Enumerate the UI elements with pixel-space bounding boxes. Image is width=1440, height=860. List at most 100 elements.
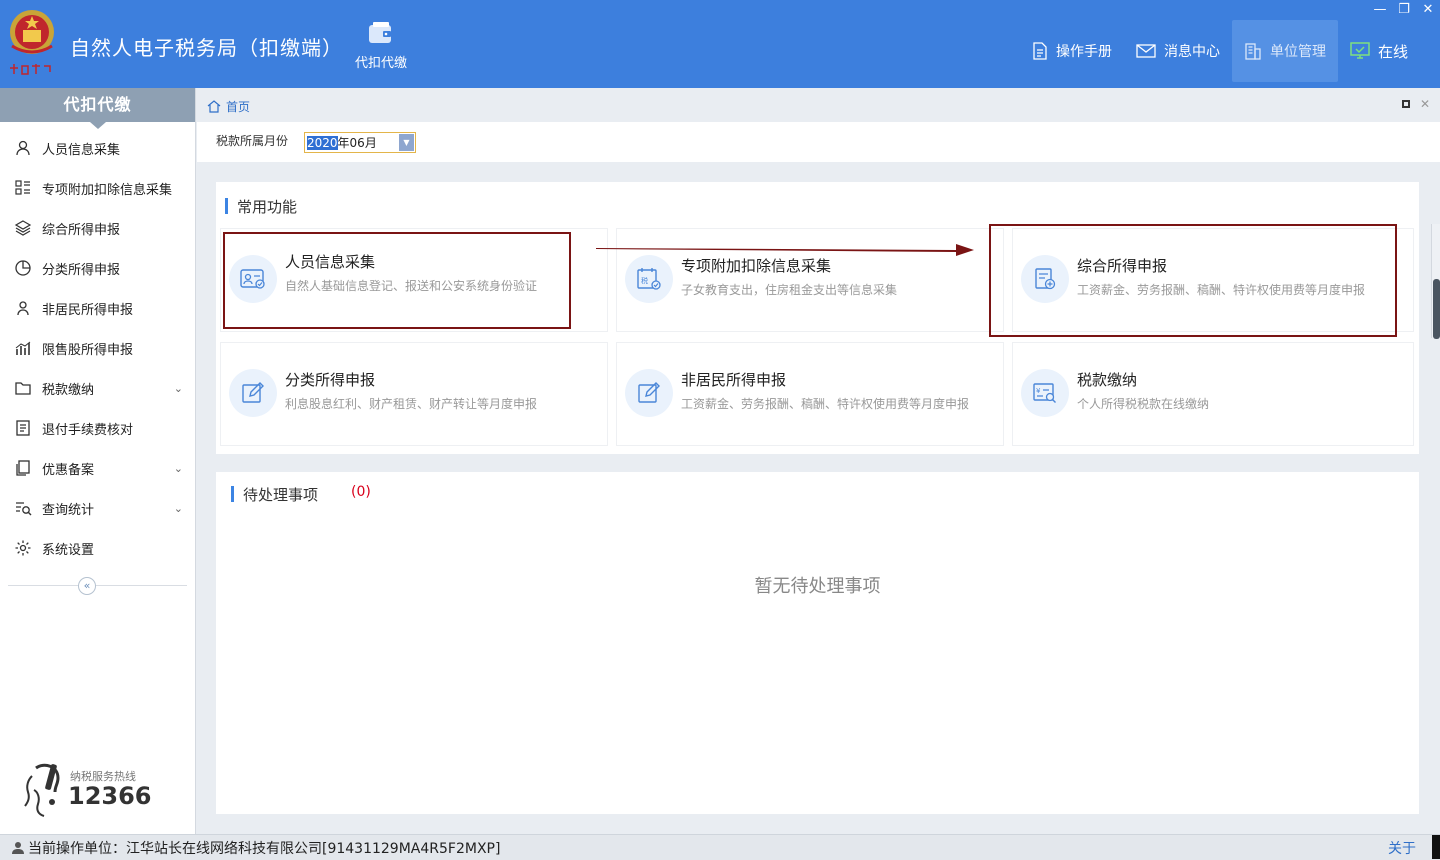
tax-month-label: 税款所属月份: [216, 134, 289, 148]
sidebar-item-label: 分类所得申报: [42, 262, 121, 278]
manual-label: 操作手册: [1055, 44, 1112, 60]
sidebar-item-label: 非居民所得申报: [42, 302, 134, 318]
sidebar-item-tax-payment[interactable]: 税款缴纳 ⌄: [0, 368, 195, 408]
sidebar-item-classified-income[interactable]: 分类所得申报: [0, 248, 195, 288]
manual-button[interactable]: 操作手册: [1020, 20, 1124, 82]
unit-management-button[interactable]: 单位管理: [1231, 20, 1338, 82]
window-controls: — ❐ ✕: [1372, 2, 1436, 18]
svg-text:¥: ¥: [1036, 387, 1041, 395]
document-icon: [16, 420, 30, 436]
card-title: 税款缴纳: [1077, 371, 1138, 389]
chevron-down-icon: ⌄: [173, 501, 183, 515]
restore-button[interactable]: ❐: [1396, 2, 1412, 18]
close-button[interactable]: ✕: [1420, 2, 1436, 18]
unit-management-label: 单位管理: [1269, 44, 1326, 60]
sidebar-item-refund-check[interactable]: 退付手续费核对: [0, 408, 195, 448]
document-icon: [1033, 42, 1047, 60]
sidebar-item-label: 人员信息采集: [42, 142, 121, 158]
card-desc: 个人所得税税款在线缴纳: [1077, 397, 1210, 411]
status-bar: 当前操作单位：江华站长在线网络科技有限公司[91431129MA4R5F2MXP…: [0, 834, 1440, 860]
sidebar-item-system-settings[interactable]: 系统设置: [0, 528, 195, 568]
headset-icon: [24, 763, 60, 817]
user-outline-icon: [17, 301, 29, 316]
tax-month-year: 2020: [307, 136, 338, 150]
chevron-down-icon: ⌄: [173, 381, 183, 395]
hotline-banner: 纳税服务热线 12366: [22, 762, 172, 822]
chevron-down-icon: ⌄: [173, 461, 183, 475]
sidebar-item-nonresident-income[interactable]: 非居民所得申报: [0, 288, 195, 328]
sidebar-item-special-deduction[interactable]: 专项附加扣除信息采集: [0, 168, 195, 208]
app-header: 自然人电子税务局（扣缴端） 代扣代缴 操作手册 消息中心 单位管理 在线 — ❐: [0, 0, 1440, 88]
copy-icon: [16, 460, 30, 476]
edit-icon: [625, 369, 673, 417]
wallet-icon: [369, 22, 391, 43]
card-classified-income[interactable]: 分类所得申报 利息股息红利、财产租赁、财产转让等月度申报: [220, 342, 608, 446]
sidebar-item-label: 退付手续费核对: [42, 422, 134, 438]
dropdown-arrow-icon[interactable]: ▼: [399, 134, 414, 151]
edit-icon: [229, 369, 277, 417]
status-corner: [1432, 835, 1440, 859]
card-tax-payment[interactable]: ¥ 税款缴纳 个人所得税税款在线缴纳: [1012, 342, 1414, 446]
card-nonresident-income[interactable]: 非居民所得申报 工资薪金、劳务报酬、稿酬、特许权使用费等月度申报: [616, 342, 1004, 446]
app-title: 自然人电子税务局（扣缴端）: [70, 36, 343, 60]
search-list-icon: [16, 502, 32, 516]
card-title: 分类所得申报: [285, 371, 376, 389]
sidebar-item-label: 综合所得申报: [42, 222, 121, 238]
building-icon: [1245, 43, 1261, 60]
highlight-box-comprehensive: [989, 224, 1397, 337]
breadcrumb-bar: 首页 ✕: [197, 88, 1440, 122]
bar-chart-icon: [15, 341, 31, 355]
sidebar-item-label: 系统设置: [42, 542, 95, 558]
sidebar-item-preferential-filing[interactable]: 优惠备案 ⌄: [0, 448, 195, 488]
card-desc: 工资薪金、劳务报酬、稿酬、特许权使用费等月度申报: [681, 397, 970, 411]
breadcrumb-home-label: 首页: [226, 100, 251, 114]
pending-panel: 待处理事项 (0) 暂无待处理事项: [216, 472, 1419, 814]
common-functions-title: 常用功能: [225, 196, 297, 217]
filter-bar: 税款所属月份 2020年06月 ▼: [197, 122, 1440, 162]
close-tab-icon[interactable]: ✕: [1420, 97, 1430, 111]
about-link[interactable]: 关于: [1388, 838, 1416, 858]
pending-count: (0): [351, 484, 371, 500]
person-icon: [16, 140, 30, 156]
module-label: 代扣代缴: [354, 56, 407, 71]
list-grid-icon: [15, 180, 30, 195]
sidebar-item-label: 优惠备案: [42, 462, 95, 478]
tax-month-value[interactable]: 2020年06月: [305, 134, 377, 151]
minimize-button[interactable]: —: [1372, 2, 1388, 18]
annotation-arrow-icon: [596, 244, 974, 256]
sidebar-item-restricted-shares[interactable]: 限售股所得申报: [0, 328, 195, 368]
right-edge-handle[interactable]: [1431, 224, 1440, 339]
hotline-number: 12366: [68, 782, 152, 810]
tax-bureau-emblem-icon: [8, 10, 54, 76]
module-withholding[interactable]: 代扣代缴: [348, 20, 414, 71]
sidebar-header: 代扣代缴: [0, 88, 195, 129]
sidebar: 代扣代缴 人员信息采集 专项附加扣除信息采集 综合所得申报 分类所得申报 非居民…: [0, 88, 196, 834]
collapse-sidebar-button[interactable]: «: [78, 577, 96, 595]
folder-icon: [15, 382, 31, 395]
messages-button[interactable]: 消息中心: [1124, 20, 1232, 82]
breadcrumb-home[interactable]: 首页: [207, 98, 250, 115]
sidebar-item-comprehensive-income[interactable]: 综合所得申报: [0, 208, 195, 248]
layers-icon: [14, 220, 32, 236]
tab-controls: ✕: [1401, 97, 1430, 111]
sidebar-item-label: 税款缴纳: [42, 382, 95, 398]
sidebar-item-personnel-info[interactable]: 人员信息采集: [0, 128, 195, 168]
svg-text:税: 税: [641, 276, 648, 285]
online-status-button[interactable]: 在线: [1338, 20, 1420, 82]
home-icon: [207, 100, 221, 113]
sidebar-item-label: 查询统计: [42, 502, 95, 518]
sidebar-menu: 人员信息采集 专项附加扣除信息采集 综合所得申报 分类所得申报 非居民所得申报 …: [0, 122, 195, 568]
messages-label: 消息中心: [1163, 44, 1220, 60]
pending-empty-text: 暂无待处理事项: [754, 576, 881, 597]
maximize-tab-icon[interactable]: [1401, 100, 1410, 108]
sidebar-item-query-statistics[interactable]: 查询统计 ⌄: [0, 488, 195, 528]
tax-calendar-icon: 税: [625, 255, 673, 303]
monitor-check-icon: [1350, 42, 1370, 59]
yuan-search-icon: ¥: [1021, 369, 1069, 417]
sidebar-divider: [8, 585, 187, 586]
card-desc: 子女教育支出，住房租金支出等信息采集: [681, 283, 898, 297]
tax-month-picker[interactable]: 2020年06月 ▼: [304, 132, 416, 153]
highlight-box-personnel: [223, 232, 571, 329]
gear-icon: [15, 540, 31, 556]
card-title: 非居民所得申报: [681, 371, 787, 389]
